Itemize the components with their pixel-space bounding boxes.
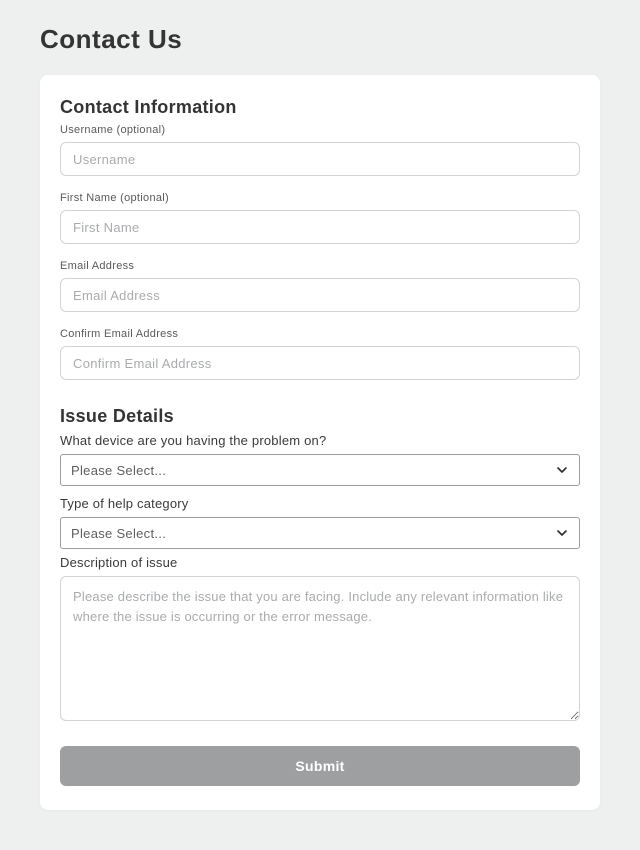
section-issue-details: Issue Details What device are you having… [60,406,580,726]
device-label: What device are you having the problem o… [60,433,580,448]
issue-details-heading: Issue Details [60,406,580,427]
field-confirm-email: Confirm Email Address [60,328,580,380]
page-title: Contact Us [0,0,640,75]
help-category-label: Type of help category [60,496,580,511]
field-first-name: First Name (optional) [60,192,580,244]
email-label: Email Address [60,260,580,272]
username-label: Username (optional) [60,124,580,136]
email-input[interactable] [60,278,580,312]
first-name-input[interactable] [60,210,580,244]
confirm-email-label: Confirm Email Address [60,328,580,340]
field-help-category: Type of help category Please Select... [60,496,580,549]
help-category-select[interactable]: Please Select... [60,517,580,549]
submit-button[interactable]: Submit [60,746,580,786]
confirm-email-input[interactable] [60,346,580,380]
field-description: Description of issue [60,555,580,726]
field-email: Email Address [60,260,580,312]
section-contact-information: Contact Information Username (optional) … [60,97,580,380]
username-input[interactable] [60,142,580,176]
description-label: Description of issue [60,555,580,570]
device-select[interactable]: Please Select... [60,454,580,486]
field-device: What device are you having the problem o… [60,433,580,486]
contact-info-heading: Contact Information [60,97,580,118]
field-username: Username (optional) [60,124,580,176]
first-name-label: First Name (optional) [60,192,580,204]
description-textarea[interactable] [60,576,580,721]
contact-form-card: Contact Information Username (optional) … [40,75,600,810]
